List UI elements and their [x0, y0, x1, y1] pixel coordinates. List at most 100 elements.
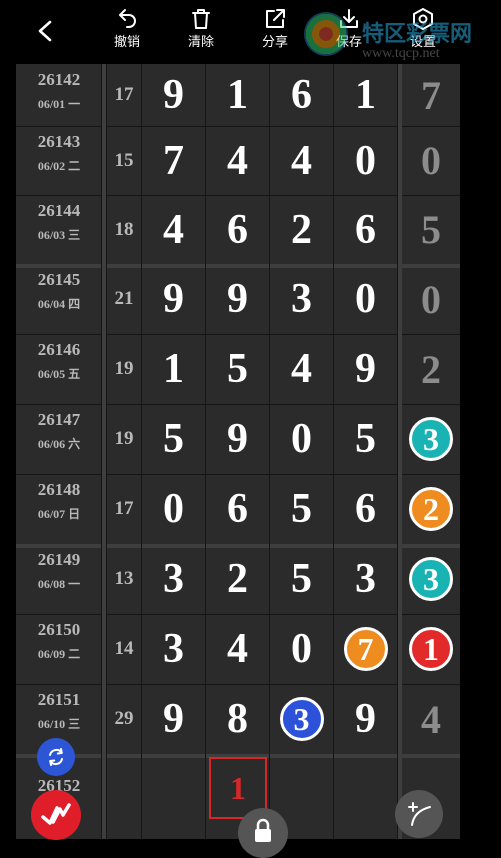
- draw-digit[interactable]: 6: [206, 474, 270, 544]
- extra-digit-ball: 3: [409, 557, 453, 601]
- draw-digit[interactable]: 9: [334, 334, 398, 404]
- issue-cell: 26150 06/09 二: [16, 614, 102, 684]
- draw-digit[interactable]: 8: [206, 684, 270, 754]
- draw-digit[interactable]: 6: [334, 474, 398, 544]
- digit-sum: 19: [106, 404, 142, 474]
- issue-number: 26151: [37, 690, 81, 709]
- undo-label: 撤销: [113, 34, 140, 49]
- draw-digit[interactable]: 0: [270, 404, 334, 474]
- draw-digit[interactable]: 5: [334, 404, 398, 474]
- draw-digit[interactable]: 4: [142, 195, 206, 264]
- draw-digit[interactable]: 9: [142, 264, 206, 334]
- issue-cell: 26149 06/08 一: [16, 544, 102, 614]
- draw-digit[interactable]: 9: [142, 684, 206, 754]
- settings-button[interactable]: 设置: [397, 6, 449, 60]
- extra-digit[interactable]: 7: [402, 64, 460, 126]
- toolbar: 撤销 清除 分享 保存 设置: [0, 0, 501, 64]
- extra-digit[interactable]: 2: [402, 334, 460, 404]
- draw-digit[interactable]: 5: [206, 334, 270, 404]
- draw-digit[interactable]: 2: [206, 544, 270, 614]
- draw-digit[interactable]: 2: [270, 195, 334, 264]
- extra-digit[interactable]: 2: [402, 474, 460, 544]
- draw-digit[interactable]: 0: [270, 614, 334, 684]
- draw-row: 26149 06/08 一 13 3 2 5 3 3: [16, 544, 460, 615]
- issue-date: 06/01 一: [37, 97, 81, 111]
- issue-number: 26142: [37, 70, 81, 89]
- draw-digit[interactable]: 7: [334, 614, 398, 684]
- lock-button[interactable]: [238, 808, 288, 858]
- draw-digit[interactable]: 9: [206, 264, 270, 334]
- brush-tool-button[interactable]: [31, 790, 81, 840]
- share-button[interactable]: 分享: [249, 6, 301, 60]
- draw-row: 26145 06/04 四 21 9 9 3 0 0: [16, 264, 460, 335]
- draw-digit[interactable]: 1: [206, 64, 270, 126]
- extra-digit[interactable]: 3: [402, 544, 460, 614]
- draw-history-grid: 26142 06/01 一 17 9 1 6 1 7 26143 06/02 二 15 7 4 4 0 0 26…: [16, 64, 460, 839]
- draw-digit[interactable]: [142, 754, 206, 839]
- back-button[interactable]: [30, 14, 60, 48]
- extra-digit[interactable]: 0: [402, 126, 460, 195]
- settings-label: 设置: [409, 34, 436, 49]
- draw-digit[interactable]: 9: [142, 64, 206, 126]
- issue-number: 26147: [37, 410, 81, 429]
- undo-icon: [119, 9, 136, 28]
- extra-digit-ball: 1: [409, 627, 453, 671]
- draw-digit[interactable]: [334, 754, 398, 839]
- draw-digit[interactable]: 3: [270, 684, 334, 754]
- undo-button[interactable]: 撤销: [101, 6, 153, 60]
- issue-number: 26145: [37, 270, 81, 289]
- draw-row: 26143 06/02 二 15 7 4 4 0 0: [16, 126, 460, 196]
- issue-cell: 26142 06/01 一: [16, 64, 102, 126]
- digit-sum: 19: [106, 334, 142, 404]
- extra-digit[interactable]: 0: [402, 264, 460, 334]
- save-label: 保存: [335, 34, 362, 49]
- save-button[interactable]: 保存: [323, 6, 375, 60]
- extra-digit[interactable]: 4: [402, 684, 460, 754]
- draw-digit[interactable]: 9: [206, 404, 270, 474]
- draw-digit[interactable]: 5: [142, 404, 206, 474]
- draw-digit[interactable]: 4: [206, 614, 270, 684]
- draw-digit[interactable]: 3: [142, 544, 206, 614]
- lock-icon: [255, 818, 271, 842]
- draw-row: 26144 06/03 三 18 4 6 2 6 5: [16, 195, 460, 268]
- extra-digit[interactable]: 1: [402, 614, 460, 684]
- draw-row: 26150 06/09 二 14 3 4 0 7 1: [16, 614, 460, 685]
- marked-digit-ball: 3: [279, 697, 324, 741]
- draw-digit[interactable]: 3: [270, 264, 334, 334]
- issue-cell: 26143 06/02 二: [16, 126, 102, 195]
- draw-digit[interactable]: 1: [142, 334, 206, 404]
- draw-digit[interactable]: 3: [334, 544, 398, 614]
- draw-digit[interactable]: 1: [334, 64, 398, 126]
- clear-button[interactable]: 清除: [175, 6, 227, 60]
- draw-digit[interactable]: 3: [142, 614, 206, 684]
- draw-digit[interactable]: 4: [270, 334, 334, 404]
- digit-sum: 29: [106, 684, 142, 754]
- draw-digit[interactable]: 7: [142, 126, 206, 195]
- chevron-left-icon: [38, 20, 52, 42]
- digit-sum: 17: [106, 474, 142, 544]
- digit-sum: [106, 754, 142, 839]
- extra-digit-ball: 2: [409, 487, 453, 531]
- draw-digit[interactable]: 6: [206, 195, 270, 264]
- issue-cell: 26148 06/07 日: [16, 474, 102, 544]
- draw-digit[interactable]: 6: [334, 195, 398, 264]
- issue-date: 06/03 三: [37, 228, 81, 242]
- refresh-button[interactable]: [37, 738, 75, 776]
- draw-digit[interactable]: 4: [206, 126, 270, 195]
- extra-digit[interactable]: 3: [402, 404, 460, 474]
- draw-digit[interactable]: 0: [334, 264, 398, 334]
- draw-row: 26147 06/06 六 19 5 9 0 5 3: [16, 404, 460, 475]
- draw-digit[interactable]: 5: [270, 544, 334, 614]
- digit-sum: 15: [106, 126, 142, 195]
- draw-digit[interactable]: 6: [270, 64, 334, 126]
- line-draw-button[interactable]: [395, 790, 443, 838]
- draw-digit[interactable]: 0: [142, 474, 206, 544]
- draw-digit[interactable]: 0: [334, 126, 398, 195]
- issue-number: 26144: [37, 201, 81, 220]
- extra-digit[interactable]: 5: [402, 195, 460, 264]
- draw-digit[interactable]: 5: [270, 474, 334, 544]
- digit-sum: 14: [106, 614, 142, 684]
- draw-digit[interactable]: 9: [334, 684, 398, 754]
- issue-cell: 26147 06/06 六: [16, 404, 102, 474]
- draw-digit[interactable]: 4: [270, 126, 334, 195]
